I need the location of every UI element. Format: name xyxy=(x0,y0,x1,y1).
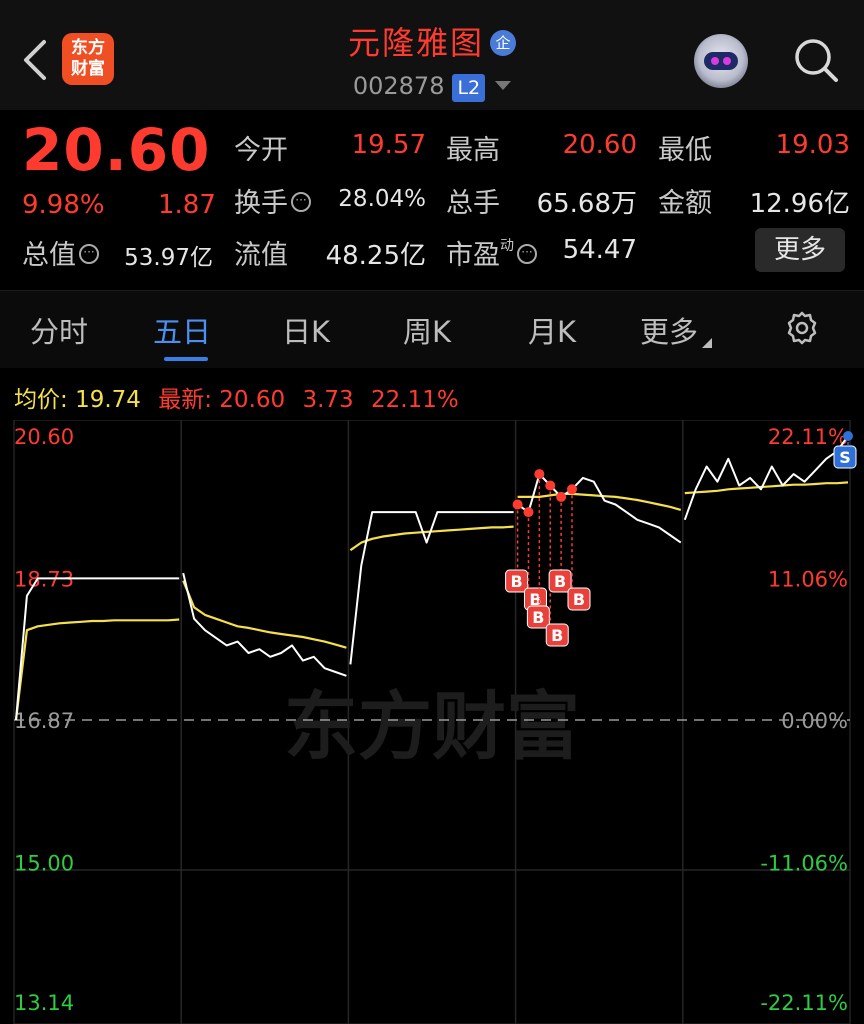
change-value: 1.87 xyxy=(158,190,216,220)
volume-label: 总手 xyxy=(446,188,500,219)
chart-legend: 均价: 19.74 最新: 20.60 3.73 22.11% xyxy=(14,380,459,414)
high-value: 20.60 xyxy=(562,130,637,160)
stock-code: 002878 xyxy=(352,72,445,100)
info-dots-icon[interactable]: ··· xyxy=(291,192,311,212)
trade-mark-label: B xyxy=(573,590,585,609)
trade-point xyxy=(534,469,545,480)
pe-label: 市盈动 ··· xyxy=(446,233,537,272)
mktcap-label-text: 总值 xyxy=(22,240,76,271)
more-button[interactable]: 更多 xyxy=(755,228,845,272)
open-label: 今开 xyxy=(234,135,288,166)
trade-mark-label: B xyxy=(532,608,544,627)
info-dots-icon[interactable]: ··· xyxy=(79,244,99,264)
tab-daily-k[interactable]: 日K xyxy=(282,309,330,351)
volume-value: 65.68万 xyxy=(536,189,637,219)
avg-price-line xyxy=(517,492,682,511)
y-tick-left: 20.60 xyxy=(14,425,74,449)
settings-gear-icon[interactable] xyxy=(784,310,820,346)
trade-point xyxy=(545,480,556,491)
trade-mark-label: S xyxy=(839,448,851,467)
price-line xyxy=(15,577,180,721)
last-price: 20.60 xyxy=(22,116,211,184)
price-line xyxy=(517,473,682,544)
dropdown-triangle-icon xyxy=(495,81,512,90)
latest-change: 3.73 xyxy=(302,387,354,413)
trade-point xyxy=(523,507,534,518)
top-bar: 东方财富 元隆雅图企 002878 L2 xyxy=(0,0,864,110)
change-percent: 9.98% xyxy=(22,190,105,220)
watermark: 东方财富 xyxy=(284,684,580,770)
price-line xyxy=(349,511,514,665)
tab-more[interactable]: 更多 xyxy=(640,309,713,351)
amount-label: 金额 xyxy=(658,188,712,219)
enterprise-badge: 企 xyxy=(490,30,516,56)
high-label: 最高 xyxy=(446,135,500,166)
tab-more-label: 更多 xyxy=(640,315,699,349)
price-line xyxy=(182,572,347,677)
y-tick-right: -11.06% xyxy=(760,851,848,875)
avg-price-line xyxy=(684,481,849,495)
open-value: 19.57 xyxy=(351,130,426,160)
avg-price-line xyxy=(182,580,347,649)
amount-value: 12.96亿 xyxy=(749,189,850,219)
level2-badge: L2 xyxy=(452,74,486,102)
stock-name: 元隆雅图 xyxy=(347,24,484,62)
avg-price-value: 19.74 xyxy=(75,387,141,413)
search-icon[interactable] xyxy=(792,36,840,84)
float-label: 流值 xyxy=(234,240,288,271)
tab-weekly-k[interactable]: 周K xyxy=(403,309,451,351)
pe-dynamic-sup: 动 xyxy=(500,238,514,254)
y-tick-right: 22.11% xyxy=(768,425,848,449)
trade-mark-label: B xyxy=(554,572,566,591)
tab-monthly-k[interactable]: 月K xyxy=(528,309,576,351)
float-value: 48.25亿 xyxy=(325,241,426,271)
y-tick-right: 0.00% xyxy=(781,709,848,733)
mktcap-label: 总值 ··· xyxy=(22,233,99,272)
turnover-label-text: 换手 xyxy=(234,188,288,219)
trade-mark-label: B xyxy=(551,626,563,645)
low-label: 最低 xyxy=(658,135,712,166)
latest-percent: 22.11% xyxy=(371,387,459,413)
pe-label-text: 市盈 xyxy=(446,240,500,271)
turnover-label: 换手 ··· xyxy=(234,181,311,220)
latest-value: 20.60 xyxy=(219,387,286,413)
mktcap-value: 53.97亿 xyxy=(124,245,213,271)
low-value: 19.03 xyxy=(775,130,850,160)
trade-point xyxy=(567,484,577,495)
y-tick-left: 13.14 xyxy=(14,991,74,1015)
y-tick-left: 16.87 xyxy=(14,709,74,733)
five-day-chart[interactable]: 东方财富20.60 22.11%18.73 11.06%16.87 0.00%15.0… xyxy=(0,420,864,1024)
robot-assistant-icon[interactable] xyxy=(694,34,748,88)
info-dots-icon[interactable]: ··· xyxy=(517,244,537,264)
chart-tabs: 分时 五日 日K 周K 月K 更多 xyxy=(0,290,864,368)
y-tick-right: 11.06% xyxy=(768,567,848,591)
trade-mark-label: B xyxy=(510,572,522,591)
avg-price-line xyxy=(14,618,180,721)
y-tick-left: 15.00 xyxy=(14,851,74,875)
tab-five-day[interactable]: 五日 xyxy=(153,309,211,351)
turnover-value: 28.04% xyxy=(338,186,426,212)
latest-label: 最新: xyxy=(158,387,212,413)
avg-price-label: 均价: xyxy=(14,387,68,413)
y-tick-right: -22.11% xyxy=(760,991,848,1015)
pe-value: 54.47 xyxy=(562,235,637,265)
tab-intraday[interactable]: 分时 xyxy=(30,309,88,351)
active-tab-indicator xyxy=(164,357,208,361)
trade-point xyxy=(512,499,523,510)
corner-triangle-icon xyxy=(702,338,713,348)
